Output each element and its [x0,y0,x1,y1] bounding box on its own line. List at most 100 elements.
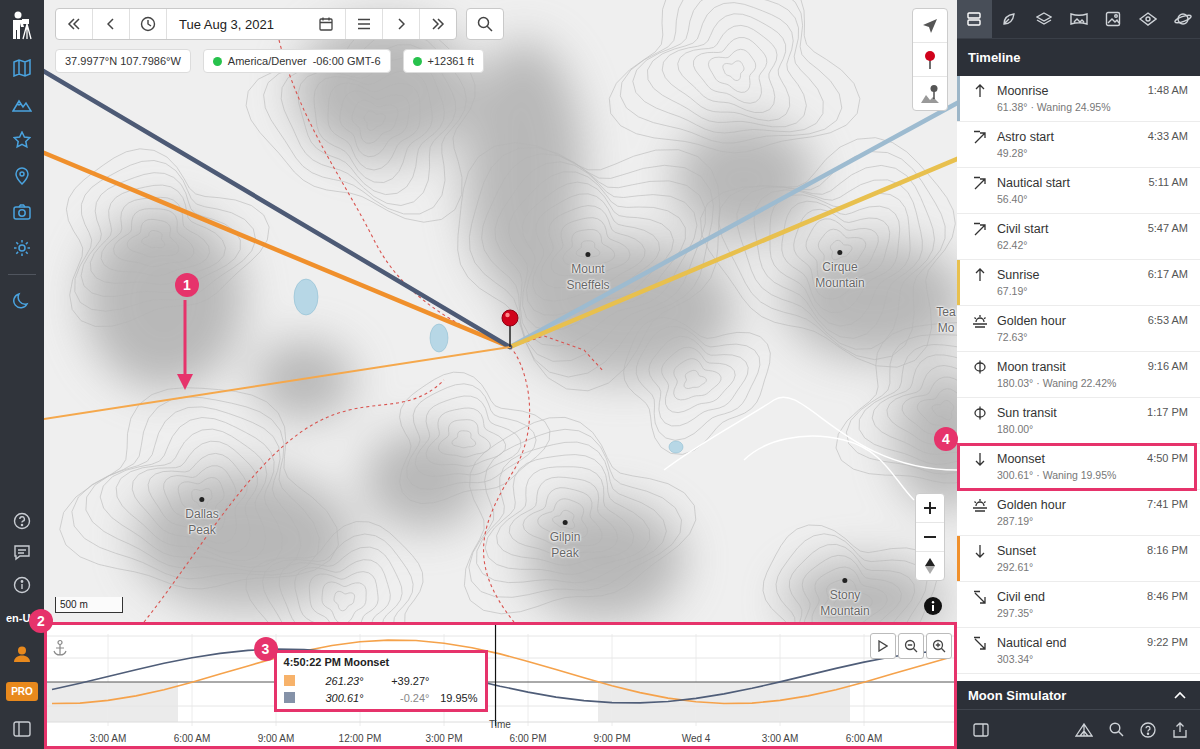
panel-tab[interactable] [1131,0,1166,38]
elevation-status-dot [413,57,422,66]
pyramid-icon[interactable] [1070,716,1098,744]
peak-dot [563,520,568,525]
peak-dot [838,250,843,255]
panel-toggle-icon[interactable] [0,709,44,749]
terrain-map [44,0,957,622]
azimuth-line [44,347,510,560]
set-arrow-icon [973,544,987,558]
chat-icon[interactable] [0,537,44,569]
compass-icon[interactable] [916,552,944,580]
mountains-icon[interactable] [0,86,44,122]
anchor-icon[interactable] [54,641,66,656]
zoom-in-icon[interactable] [916,494,944,523]
mountain-pin-icon[interactable] [913,77,947,110]
map-info-icon[interactable] [924,597,942,615]
peak-dot [842,578,847,583]
next-day-icon[interactable] [383,9,420,39]
twilight-start-icon [973,130,987,144]
panel-bottom-bar [957,709,1200,749]
rise-arrow-icon [973,84,987,98]
play-icon[interactable] [870,633,896,659]
panel-tab[interactable] [992,0,1027,38]
search-icon[interactable] [467,9,503,39]
chart-zoom-out-icon[interactable] [898,633,924,659]
panel-tabs [957,0,1200,38]
coordinates-pill[interactable]: 37.9977°N 107.7986°W [55,49,191,73]
twilight-start-icon [973,176,987,190]
pin-icon[interactable] [0,158,44,194]
search-button[interactable] [466,8,504,40]
timeline-item[interactable]: Nautical end303.34°9:22 PM [957,628,1200,674]
red-pin-icon[interactable] [913,43,947,77]
user-icon[interactable] [0,635,44,673]
next-day-fast-icon[interactable] [420,9,456,39]
calendar-icon[interactable] [319,17,333,31]
panel-tab[interactable] [1096,0,1131,38]
twilight-end-icon [973,636,987,650]
help-icon[interactable] [1134,716,1162,744]
zoom-out-icon[interactable] [916,523,944,552]
timeline-item[interactable]: Moon transit180.03° · Waning 22.42%9:16 … [957,352,1200,398]
panel-tab[interactable] [957,0,992,38]
camera-icon[interactable] [0,194,44,230]
side-panel: TimelineMoonrise61.38° · Waning 24.95%1:… [957,0,1200,749]
timeline-item[interactable]: Sunset292.61°8:16 PM [957,536,1200,582]
moon-simulator-header[interactable]: Moon Simulator [957,681,1200,709]
time-tick-label: 9:00 AM [258,733,295,744]
timeline-item[interactable]: Civil start62.42°5:47 AM [957,214,1200,260]
list-icon[interactable] [346,9,383,39]
previous-day-fast-icon[interactable] [56,9,93,39]
timeline-item[interactable]: Sunrise67.19°6:17 AM [957,260,1200,306]
timeline-list: Moonrise61.38° · Waning 24.95%1:48 AMAst… [957,76,1200,674]
panel-layout-icon[interactable] [967,716,995,744]
elevation-pill[interactable]: +12361 ft [403,49,484,73]
clock-icon[interactable] [130,9,167,39]
logo-icon[interactable] [0,0,44,50]
timeline-item[interactable]: Moonrise61.38° · Waning 24.95%1:48 AM [957,76,1200,122]
chevron-up-icon[interactable] [1174,691,1186,699]
date-field[interactable]: Tue Aug 3, 2021 [167,9,346,39]
azimuth-line [510,0,957,347]
time-cursor[interactable] [495,622,496,726]
timeline-item[interactable]: Golden hour72.63°6:53 AM [957,306,1200,352]
search-icon[interactable] [1102,716,1130,744]
altitude-chart[interactable]: 3:00 AM6:00 AM9:00 AM12:00 PM3:00 PM6:00… [44,622,957,749]
timeline-item[interactable]: Astro start49.28°4:33 AM [957,122,1200,168]
night-band [150,682,178,722]
pro-badge[interactable]: PRO [6,682,38,701]
timezone-status-dot [213,57,222,66]
time-tick-label: 12:00 PM [339,733,382,744]
share-icon[interactable] [1166,716,1194,744]
navigate-arrow-icon[interactable] [913,9,947,43]
moon-icon[interactable] [0,283,44,319]
map[interactable]: Mount SneffelsCirque MountainDallas Peak… [44,0,957,622]
sidebar-separator [8,274,36,275]
timeline-item[interactable]: Nautical start56.40°5:11 AM [957,168,1200,214]
help-icon[interactable] [0,505,44,537]
map-icon[interactable] [0,50,44,86]
info-icon[interactable] [0,569,44,601]
panel-tab[interactable] [1165,0,1200,38]
timeline-item[interactable]: Civil end297.35°8:46 PM [957,582,1200,628]
annotation-badge: 1 [175,273,199,297]
timeline-item[interactable]: Sun transit180.00°1:17 PM [957,398,1200,444]
map-toolbar-area: Tue Aug 3, 2021 37.9977°N 107.7986°W Ameri… [55,8,504,73]
peak-label: Gilpin Peak [550,520,581,561]
annotation-outline [957,443,1197,491]
timeline-item[interactable]: Moonset300.61° · Waning 19.95%4:50 PM4 [957,444,1200,490]
location-pin-icon[interactable] [502,310,518,347]
night-band [794,682,822,722]
panel-tab[interactable] [1026,0,1061,38]
chart-zoom-in-icon[interactable] [926,633,952,659]
gear-icon[interactable] [0,230,44,266]
timezone-pill[interactable]: America/Denver-06:00 GMT-6 [203,49,391,73]
peak-label: Stony Mountain [820,578,869,619]
previous-day-icon[interactable] [93,9,130,39]
axis-title: Time [489,719,511,730]
planet-icon [1174,11,1192,27]
chart-plot: 3:00 AM6:00 AM9:00 AM12:00 PM3:00 PM6:00… [44,622,957,749]
star-icon[interactable] [0,122,44,158]
timeline-item[interactable]: Golden hour287.19°7:41 PM [957,490,1200,536]
panel-tab[interactable] [1061,0,1096,38]
annotation-badge: 4 [934,427,958,451]
